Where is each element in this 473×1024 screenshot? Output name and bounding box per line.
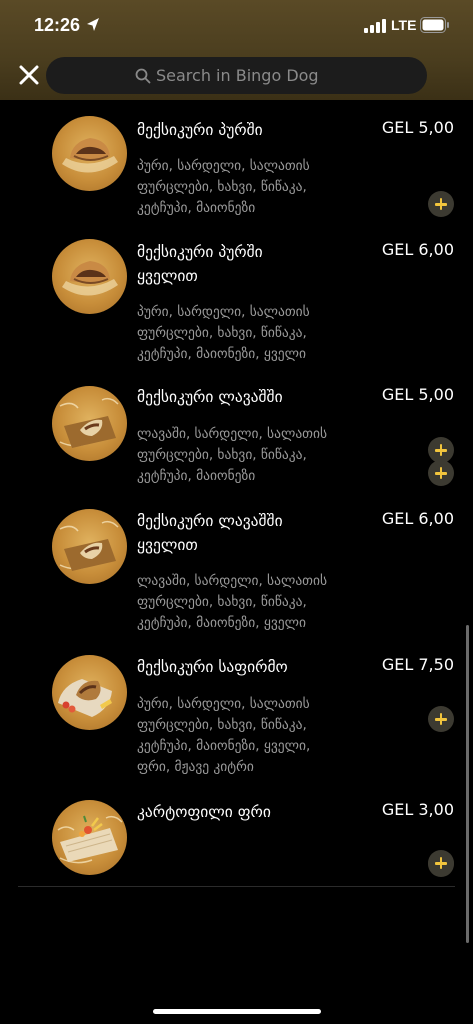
item-name: მექსიკური პურში xyxy=(137,121,263,139)
item-price: GEL 6,00 xyxy=(381,509,454,528)
network-type: LTE xyxy=(391,17,417,33)
item-price: GEL 6,00 xyxy=(381,240,454,259)
search-icon xyxy=(135,68,151,84)
location-arrow-icon xyxy=(86,17,100,33)
add-to-cart-button[interactable] xyxy=(428,706,454,732)
item-price: GEL 3,00 xyxy=(381,800,454,819)
add-to-cart-button[interactable] xyxy=(428,191,454,217)
cellular-signal-icon xyxy=(364,18,386,33)
item-name: მექსიკური ლავაშში xyxy=(137,388,283,406)
search-input[interactable] xyxy=(156,63,416,88)
fries-image xyxy=(52,800,127,875)
status-bar: 12:26 LTE xyxy=(0,14,473,38)
status-time: 12:26 xyxy=(34,15,81,35)
item-price: GEL 5,00 xyxy=(381,118,454,137)
top-bar: 12:26 LTE xyxy=(0,0,473,100)
add-to-cart-button[interactable] xyxy=(428,460,454,486)
item-description: ლავაში, სარდელი, სალათის ფურცლები, ხახვი… xyxy=(137,573,328,631)
item-name: მექსიკური ლავაშში ყველით xyxy=(137,512,283,554)
item-name: მექსიკური პურში ყველით xyxy=(137,243,263,285)
item-price: GEL 7,50 xyxy=(381,655,454,674)
item-description: პური, სარდელი, სალათის ფურცლები, ხახვი, … xyxy=(137,158,310,216)
close-icon xyxy=(19,65,39,85)
item-price: GEL 5,00 xyxy=(381,385,454,404)
add-to-cart-button[interactable] xyxy=(428,850,454,876)
item-name: კარტოფილი ფრი xyxy=(137,803,271,821)
close-button[interactable] xyxy=(16,62,42,88)
item-name: მექსიკური საფირმო xyxy=(137,658,288,676)
battery-icon xyxy=(420,17,450,33)
lavash-wrap-image xyxy=(52,386,127,461)
item-description: ლავაში, სარდელი, სალათის ფურცლები, ხახვი… xyxy=(137,426,328,484)
lavash-wrap-image xyxy=(52,509,127,584)
search-bar[interactable] xyxy=(46,57,427,94)
item-description: პური, სარდელი, სალათის ფურცლები, ხახვი, … xyxy=(137,696,311,775)
home-indicator[interactable] xyxy=(153,1009,321,1014)
signature-plate-image xyxy=(52,655,127,730)
scrollbar[interactable] xyxy=(466,625,469,943)
bread-sandwich-image xyxy=(52,239,127,314)
item-description: პური, სარდელი, სალათის ფურცლები, ხახვი, … xyxy=(137,304,310,362)
bread-sandwich-image xyxy=(52,116,127,191)
list-end-divider xyxy=(18,886,455,887)
